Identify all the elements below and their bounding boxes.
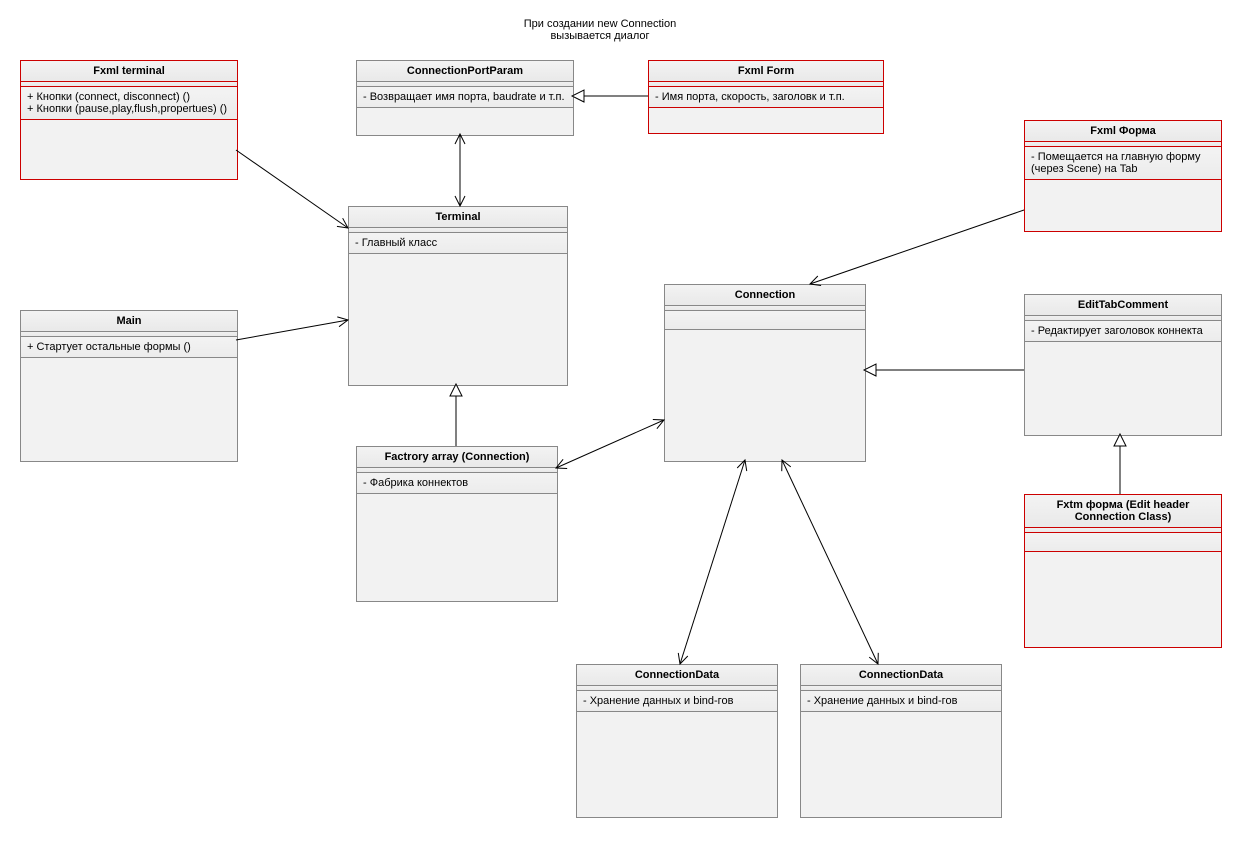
class-title: Terminal xyxy=(349,207,567,228)
class-attrs: - Главный класс xyxy=(349,233,567,254)
uml-canvas: При создании new Connection вызывается д… xyxy=(0,0,1241,846)
class-connection: Connection xyxy=(664,284,866,462)
class-ops xyxy=(801,712,1001,817)
class-ops xyxy=(357,494,557,601)
class-ops xyxy=(357,108,573,135)
class-ops xyxy=(577,712,777,817)
class-fxml-form: Fxml Form - Имя порта, скорость, заголов… xyxy=(648,60,884,134)
class-title: Connection xyxy=(665,285,865,306)
class-connection-data-2: ConnectionData - Хранение данных и bind-… xyxy=(800,664,1002,818)
class-connection-data-1: ConnectionData - Хранение данных и bind-… xyxy=(576,664,778,818)
class-fxml-forma: Fxml Форма - Помещается на главную форму… xyxy=(1024,120,1222,232)
class-fxml-terminal: Fxml terminal + Кнопки (connect, disconn… xyxy=(20,60,238,180)
class-ops xyxy=(1025,180,1221,231)
class-ops xyxy=(665,330,865,461)
note-top: При создании new Connection вызывается д… xyxy=(480,18,720,42)
class-ops xyxy=(649,108,883,133)
class-terminal: Terminal - Главный класс xyxy=(348,206,568,386)
class-attrs: - Хранение данных и bind-гов xyxy=(577,691,777,712)
class-attrs: - Редактирует заголовок коннекта xyxy=(1025,321,1221,342)
class-ops xyxy=(21,358,237,461)
class-ops xyxy=(1025,342,1221,435)
class-factory-array: Factrory array (Connection) - Фабрика ко… xyxy=(356,446,558,602)
class-title: ConnectionData xyxy=(801,665,1001,686)
class-attrs xyxy=(665,311,865,330)
class-attrs: + Кнопки (connect, disconnect) () + Кноп… xyxy=(21,87,237,120)
class-edit-tab-comment: EditTabComment - Редактирует заголовок к… xyxy=(1024,294,1222,436)
class-attrs: - Хранение данных и bind-гов xyxy=(801,691,1001,712)
class-title: Factrory array (Connection) xyxy=(357,447,557,468)
class-ops xyxy=(1025,552,1221,647)
class-attrs: - Фабрика коннектов xyxy=(357,473,557,494)
class-ops xyxy=(21,120,237,179)
class-main: Main + Стартует остальные формы () xyxy=(20,310,238,462)
class-attrs xyxy=(1025,533,1221,552)
class-attrs: + Стартует остальные формы () xyxy=(21,337,237,358)
class-title: Fxtm форма (Edit header Connection Class… xyxy=(1025,495,1221,528)
class-title: EditTabComment xyxy=(1025,295,1221,316)
class-attrs: - Возвращает имя порта, baudrate и т.п. xyxy=(357,87,573,108)
class-title: ConnectionPortParam xyxy=(357,61,573,82)
class-fxtm-forma: Fxtm форма (Edit header Connection Class… xyxy=(1024,494,1222,648)
class-title: Main xyxy=(21,311,237,332)
class-title: ConnectionData xyxy=(577,665,777,686)
class-connection-port-param: ConnectionPortParam - Возвращает имя пор… xyxy=(356,60,574,136)
class-title: Fxml terminal xyxy=(21,61,237,82)
class-ops xyxy=(349,254,567,385)
class-attrs: - Помещается на главную форму (через Sce… xyxy=(1025,147,1221,180)
class-title: Fxml Form xyxy=(649,61,883,82)
class-title: Fxml Форма xyxy=(1025,121,1221,142)
class-attrs: - Имя порта, скорость, заголовк и т.п. xyxy=(649,87,883,108)
